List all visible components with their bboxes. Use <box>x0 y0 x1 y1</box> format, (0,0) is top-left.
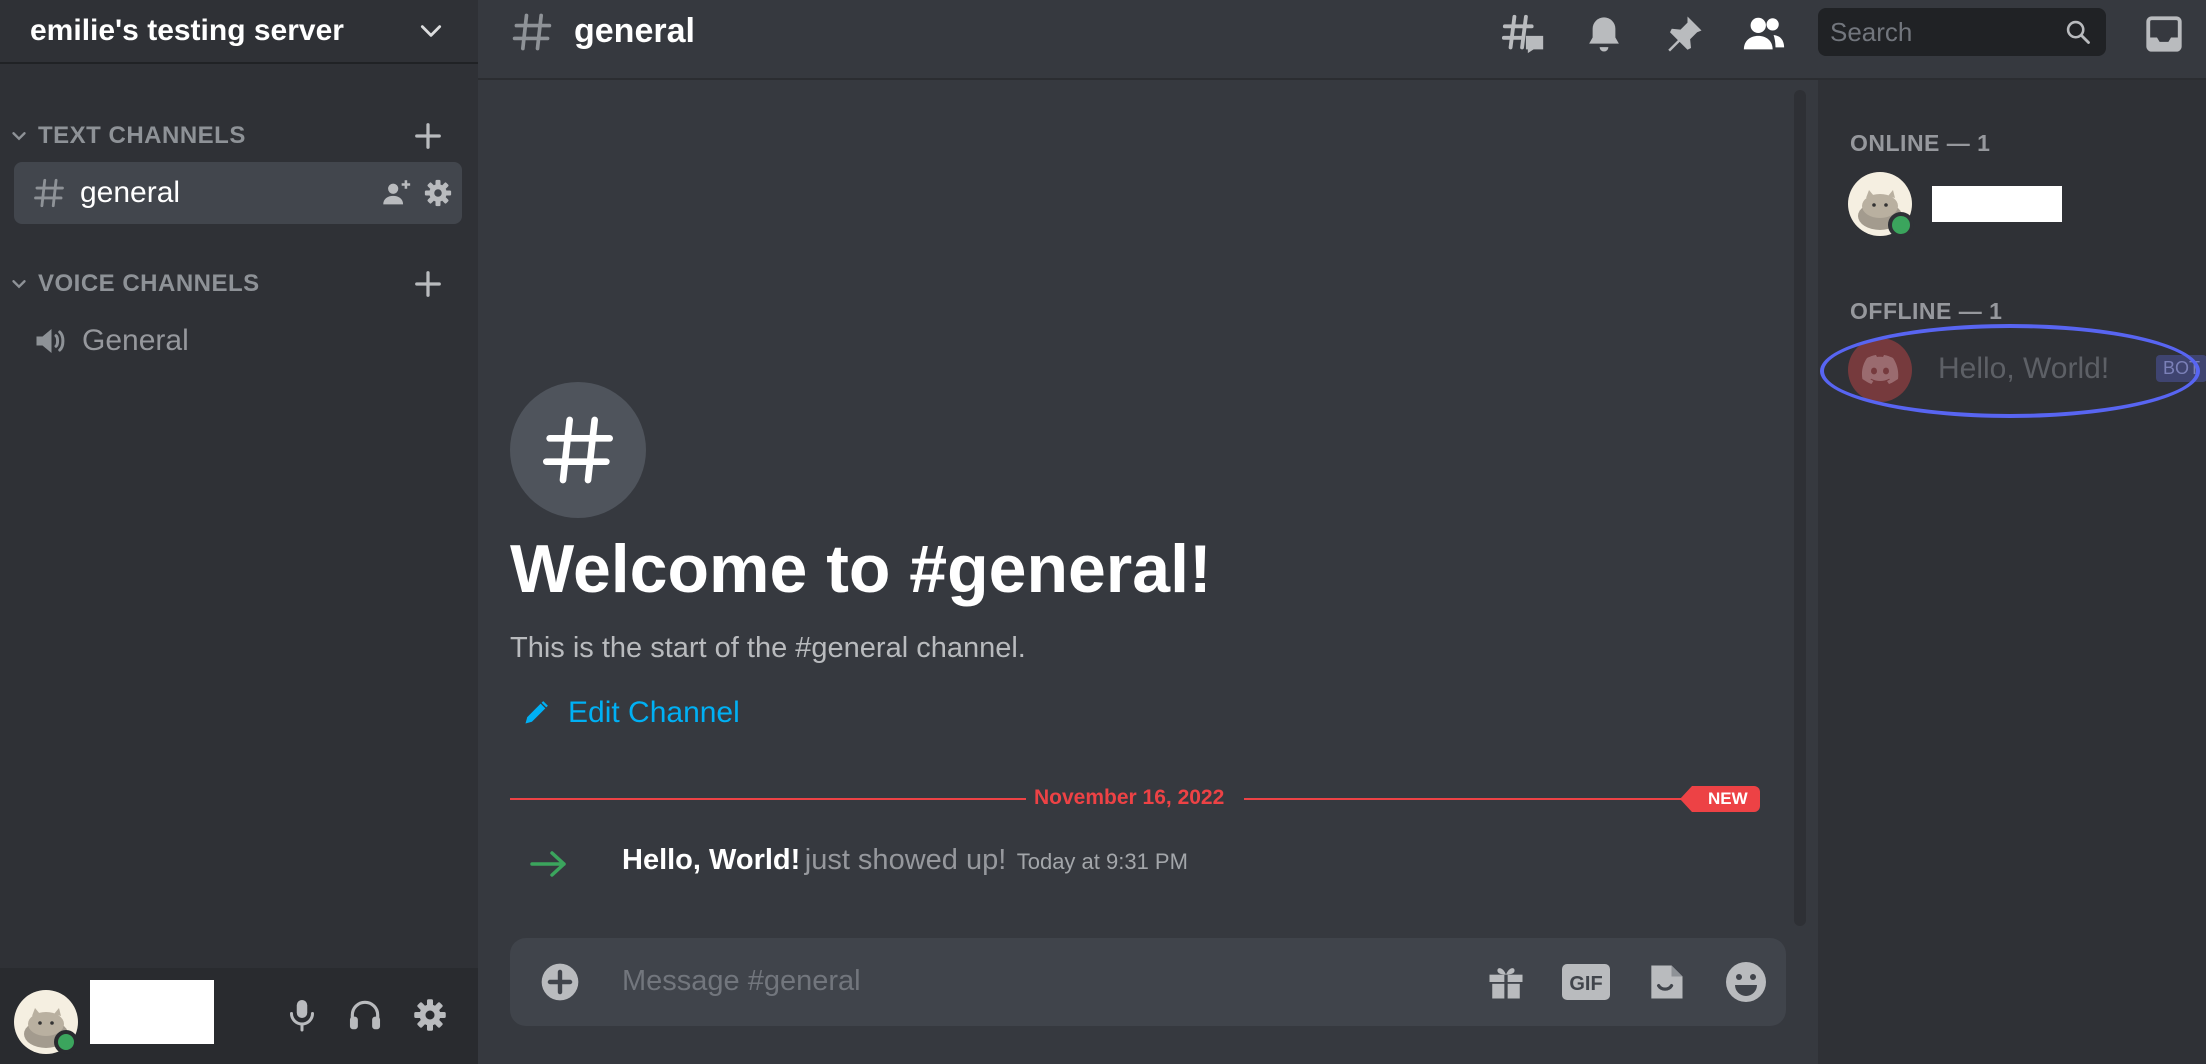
create-invite-icon[interactable] <box>378 175 414 211</box>
redacted-username <box>90 980 214 1044</box>
new-messages-divider-left <box>510 798 1026 800</box>
online-header: ONLINE — 1 <box>1850 130 1991 156</box>
gift-icon[interactable] <box>1480 956 1532 1008</box>
channel-title: general <box>574 12 695 50</box>
system-join-message: Hello, World! just showed up! Today at 9… <box>622 844 1188 877</box>
add-attachment-icon[interactable] <box>534 956 586 1008</box>
category-voice-channels[interactable]: VOICE CHANNELS <box>0 264 478 304</box>
search-input[interactable]: Search <box>1818 8 2106 56</box>
user-settings-gear-icon[interactable] <box>405 990 455 1040</box>
sticker-icon[interactable] <box>1640 956 1692 1008</box>
category-text-channels[interactable]: TEXT CHANNELS <box>0 116 478 156</box>
redacted-member-name <box>1932 186 2062 222</box>
add-channel-icon[interactable] <box>408 264 448 304</box>
gif-button[interactable]: GIF <box>1560 956 1612 1008</box>
threads-icon[interactable] <box>1498 8 1550 60</box>
divider-date: November 16, 2022 <box>1034 786 1225 809</box>
channel-label: General <box>82 324 189 357</box>
new-badge: NEW <box>1680 786 1760 812</box>
channel-header: general Search <box>478 0 2206 80</box>
chevron-down-icon <box>8 125 30 147</box>
channel-label: general <box>80 176 181 209</box>
message-username[interactable]: Hello, World! <box>622 844 800 876</box>
gif-label: GIF <box>1569 973 1602 995</box>
channel-item-general[interactable]: general <box>14 162 462 224</box>
bell-icon[interactable] <box>1578 8 1630 60</box>
user-panel <box>0 968 478 1064</box>
chevron-down-icon[interactable] <box>418 18 444 44</box>
join-arrow-icon <box>530 848 568 880</box>
category-label: VOICE CHANNELS <box>38 270 260 297</box>
message-timestamp: Today at 9:31 PM <box>1016 849 1188 874</box>
server-name: emilie's testing server <box>30 14 344 47</box>
new-messages-divider-right <box>1244 798 1692 800</box>
category-label: TEXT CHANNELS <box>38 122 246 149</box>
welcome-title: Welcome to #general! <box>510 531 1212 607</box>
channel-sidebar: emilie's testing server TEXT CHANNELS ge… <box>0 0 478 1064</box>
annotation-highlight-circle <box>1820 324 2200 418</box>
chat-scrollbar[interactable] <box>1794 90 1806 926</box>
add-channel-icon[interactable] <box>408 116 448 156</box>
search-icon <box>2064 18 2092 46</box>
microphone-icon[interactable] <box>277 990 327 1040</box>
chevron-down-icon <box>8 273 30 295</box>
message-input[interactable]: Message #general <box>622 965 861 998</box>
hashtag-icon <box>510 10 554 54</box>
welcome-subtitle: This is the start of the #general channe… <box>510 632 1026 664</box>
member-list: ONLINE — 1 OFFLINE — 1 Hello, World! BOT <box>1818 80 2206 1064</box>
search-placeholder: Search <box>1830 16 1913 47</box>
message-text: just showed up! <box>804 844 1007 876</box>
server-header[interactable]: emilie's testing server <box>0 0 478 64</box>
online-status-indicator <box>1888 212 1914 238</box>
welcome-hashtag-icon <box>510 382 646 518</box>
headphones-icon[interactable] <box>340 990 390 1040</box>
online-status-indicator <box>54 1030 78 1054</box>
member-list-icon[interactable] <box>1738 8 1790 60</box>
speaker-icon <box>32 323 68 359</box>
edit-channel-label: Edit Channel <box>568 696 740 729</box>
channel-item-voice-general[interactable]: General <box>14 310 462 372</box>
offline-header: OFFLINE — 1 <box>1850 298 2003 324</box>
edit-channel-link[interactable]: Edit Channel <box>522 696 740 730</box>
hashtag-icon <box>32 176 66 210</box>
emoji-icon[interactable] <box>1720 956 1772 1008</box>
gear-icon[interactable] <box>420 175 456 211</box>
pencil-icon <box>522 699 550 727</box>
inbox-icon[interactable] <box>2138 8 2190 60</box>
pin-icon[interactable] <box>1658 8 1710 60</box>
message-composer[interactable]: Message #general GIF <box>510 938 1786 1026</box>
